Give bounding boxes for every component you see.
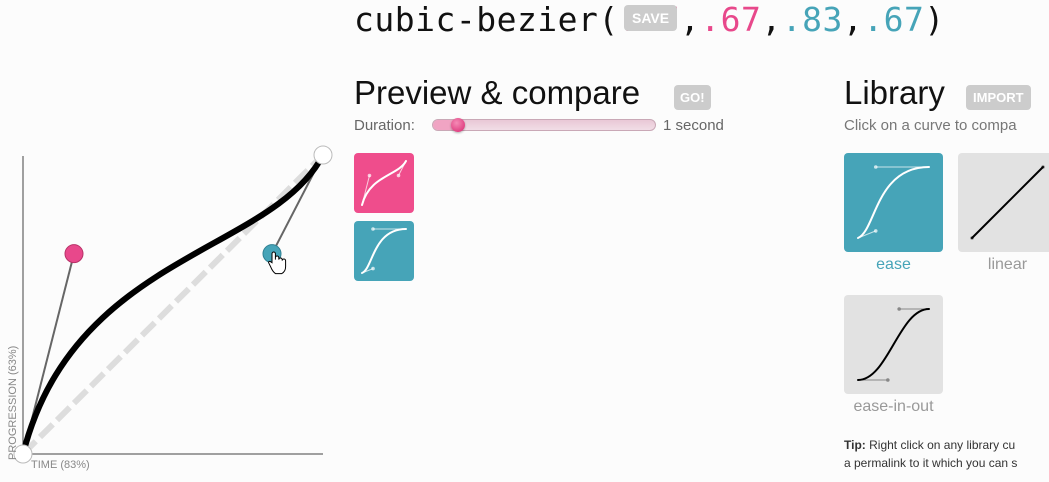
mini-curve	[361, 228, 407, 274]
p2y-value[interactable]: .67	[863, 0, 924, 39]
y-axis-label: PROGRESSION (63%)	[7, 345, 19, 460]
mini-handle-point	[371, 266, 375, 271]
separator: ,	[842, 0, 864, 39]
mini-handle-point	[873, 229, 878, 233]
mini-handle-point	[897, 307, 901, 311]
mini-handle-point	[367, 173, 372, 178]
import-button[interactable]: IMPORT	[966, 85, 1031, 110]
library-item-label[interactable]: ease-in-out	[844, 398, 943, 416]
p1y-value[interactable]: .67	[700, 0, 761, 39]
tip-line: a permalink to it which you can s	[844, 456, 1018, 470]
mini-curve	[361, 160, 407, 206]
duration-label: Duration:	[354, 117, 415, 134]
linear-reference-line	[20, 152, 326, 457]
curve-editor[interactable]: PROGRESSION (63%) TIME (83%)	[0, 140, 340, 482]
library-item-ease[interactable]	[844, 153, 943, 252]
preview-title: Preview & compare	[354, 74, 641, 111]
tip-label: Tip:	[844, 438, 866, 452]
p1-handle[interactable]	[64, 244, 84, 264]
library-item-label[interactable]: linear	[958, 256, 1049, 274]
x-axis-label: TIME (83%)	[31, 459, 90, 471]
mini-curve	[857, 166, 930, 239]
library-title: Library	[844, 74, 945, 111]
save-button[interactable]: SAVE	[624, 5, 678, 31]
library-item-linear[interactable]	[958, 153, 1049, 252]
go-button[interactable]: GO!	[674, 85, 711, 110]
mini-handle-point	[396, 173, 401, 178]
compare-ease-curve[interactable]	[354, 221, 414, 281]
func-prefix: cubic-bezier(	[354, 0, 619, 39]
p2x-value[interactable]: .83	[782, 0, 843, 39]
func-suffix: )	[924, 0, 945, 39]
tip-text: Tip: Right click on any library cu a perm…	[844, 436, 1049, 472]
separator: ,	[679, 0, 701, 39]
duration-slider[interactable]	[432, 119, 656, 131]
duration-slider-thumb[interactable]	[451, 118, 465, 132]
mini-handle-point	[371, 227, 375, 231]
compare-current-curve[interactable]	[354, 153, 414, 213]
tip-line: Right click on any library cu	[865, 438, 1016, 452]
mini-handle-point	[873, 165, 878, 169]
mini-handle-point	[886, 378, 890, 382]
mini-curve	[971, 166, 1044, 239]
curve-canvas[interactable]	[0, 140, 340, 482]
library-hint: Click on a curve to compa	[844, 117, 1017, 134]
separator: ,	[761, 0, 782, 39]
duration-value: 1 second	[663, 117, 724, 134]
library-item-label[interactable]: ease	[844, 256, 943, 274]
mini-curve	[857, 308, 930, 381]
end-point	[313, 145, 333, 165]
library-item-ease-in-out[interactable]	[844, 295, 943, 394]
